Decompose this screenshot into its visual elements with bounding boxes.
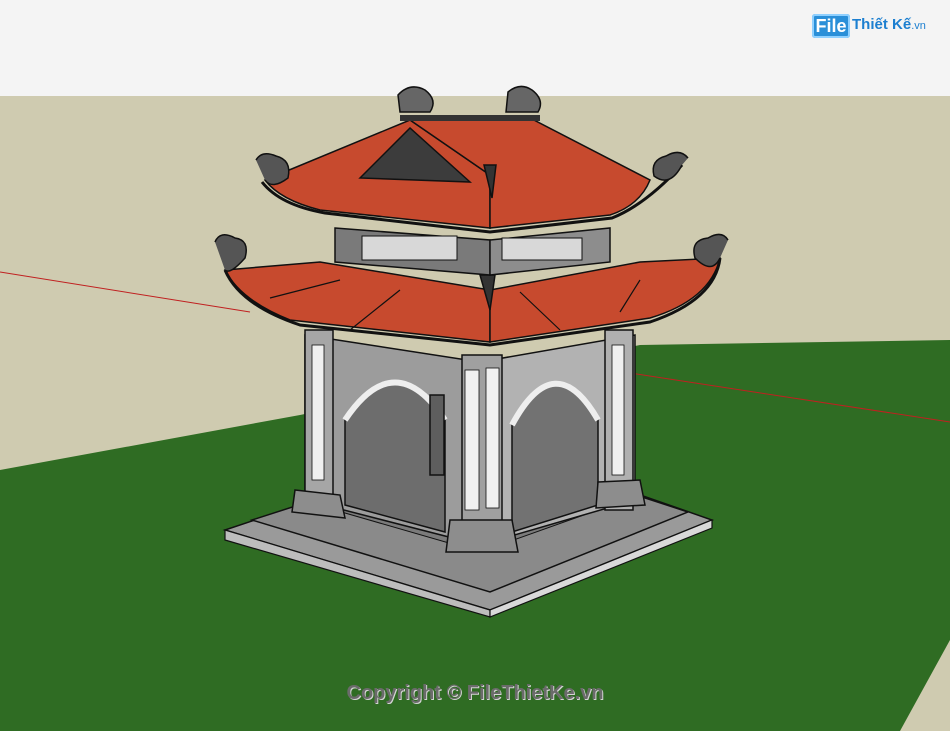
rear-pillar — [429, 394, 445, 476]
sky — [0, 0, 950, 96]
plinth-right — [595, 479, 646, 509]
viewport[interactable]: File Thiết Kế.vn Copyright © FileThietKe… — [0, 0, 950, 731]
model-scene[interactable] — [0, 0, 950, 731]
logo-tld: .vn — [911, 20, 926, 32]
drum-panel-left — [361, 235, 458, 261]
pillar-center-inscription — [464, 369, 480, 511]
plinth-center — [445, 519, 519, 553]
pillar-center-inscription-2 — [485, 367, 500, 509]
site-logo[interactable]: File Thiết Kế.vn — [812, 12, 926, 42]
drum-panel-right — [501, 237, 583, 261]
logo-name: Thiết Kế.vn — [852, 16, 926, 33]
copyright-watermark: Copyright © FileThietKe.vn — [346, 682, 604, 704]
pillar-left-inscription — [311, 344, 325, 481]
logo-badge: File — [812, 14, 850, 38]
pillar-right-inscription — [611, 344, 625, 476]
logo-name-text: Thiết Kế — [852, 16, 912, 33]
